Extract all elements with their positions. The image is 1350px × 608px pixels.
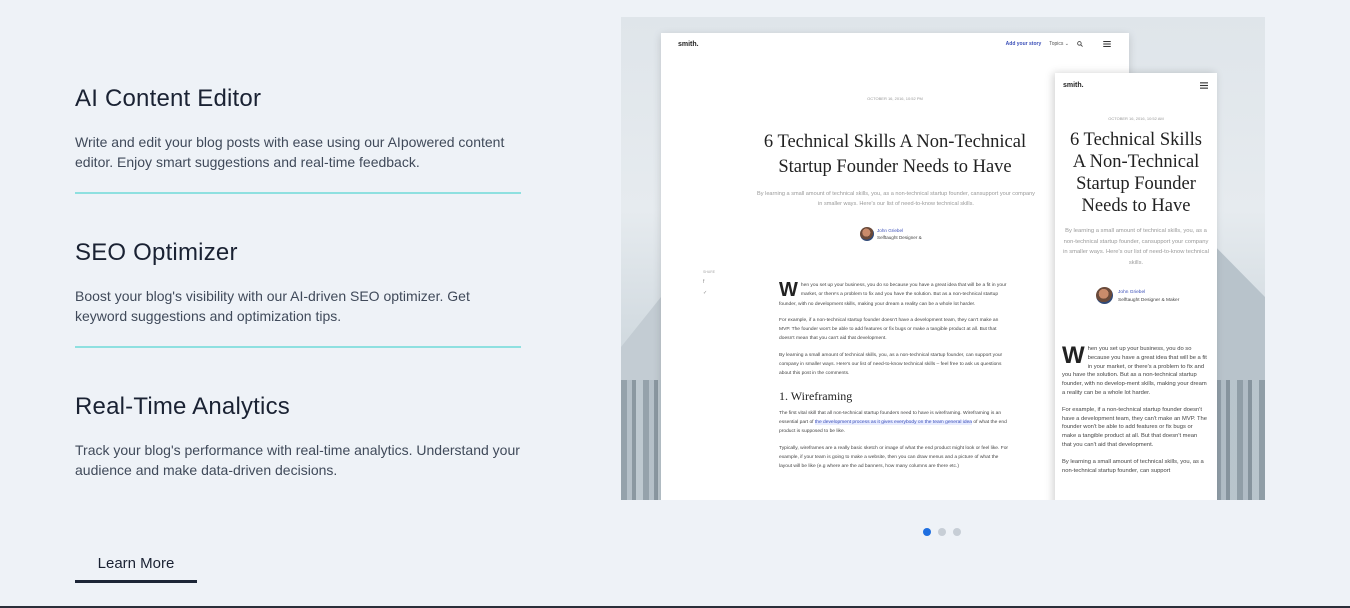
feature-description: Track your blog's performance with real-… <box>75 442 520 478</box>
dropcap: W <box>1062 342 1085 369</box>
feature-divider <box>75 346 521 348</box>
carousel-dot[interactable] <box>938 528 946 536</box>
topics-menu: Topics ⌄ <box>1049 41 1069 47</box>
feature-description: Boost your blog's visibility with our AI… <box>75 288 470 324</box>
feature-title: SEO Optimizer <box>75 239 238 266</box>
article-paragraph: By learning a small amount of technical … <box>1062 458 1204 474</box>
learn-more-button[interactable]: Learn More <box>75 550 197 583</box>
article-body: When you set up your business, you do so… <box>1062 342 1208 483</box>
article-subtitle: By learning a small amount of technical … <box>757 191 1035 207</box>
search-icon <box>1077 41 1083 47</box>
article-paragraph: When you set up your business, you do so… <box>779 279 1007 307</box>
feature-description: Write and edit your blog posts with ease… <box>75 134 505 170</box>
feature-title: Real-Time Analytics <box>75 393 290 420</box>
article-title: 6 Technical Skills A Non-Technical Start… <box>763 132 1027 177</box>
article-paragraph: Typically, wireframes are a really basic… <box>779 445 1009 470</box>
article-nav: Add your story Topics ⌄ <box>1006 41 1111 47</box>
menu-icon <box>1103 41 1111 47</box>
article-author: John Griebel Selftaught Designer & <box>877 227 922 241</box>
article-title: 6 Technical Skills A Non-Technical Start… <box>1070 130 1202 216</box>
add-story-link: Add your story <box>1005 41 1042 47</box>
dropcap: W <box>779 279 798 301</box>
mobile-article-preview: smith. OCTOBER 16, 2016, 10:52 AM 6 Tech… <box>1055 73 1217 500</box>
article-link: the development process as it gives ever… <box>814 419 973 425</box>
feature-seo-optimizer: SEO Optimizer Boost your blog's visibili… <box>75 239 521 348</box>
carousel-dot[interactable] <box>953 528 961 536</box>
menu-icon <box>1200 82 1208 89</box>
site-logo: smith. <box>1063 82 1084 89</box>
author-role: Selftaught Designer & Maker <box>1118 298 1180 303</box>
share-bar: SHARE f ✓ <box>703 270 715 296</box>
article-paragraph: The first vital skill that all non-techn… <box>779 410 1007 435</box>
article-date: OCTOBER 16, 2016, 10:52 AM <box>1108 116 1164 121</box>
article-paragraph: For example, if a non-technical startup … <box>779 317 999 342</box>
article-paragraph: For example, if a non-technical startup … <box>1062 406 1207 448</box>
article-topbar: smith. Add your story Topics ⌄ <box>661 33 1129 59</box>
carousel-dot[interactable] <box>923 528 931 536</box>
author-avatar <box>860 227 874 241</box>
feature-ai-content-editor: AI Content Editor Write and edit your bl… <box>75 85 521 194</box>
article-heading: 1. Wireframing <box>779 388 853 403</box>
article-paragraph: By learning a small amount of technical … <box>779 352 1003 377</box>
share-label: SHARE <box>703 270 716 274</box>
twitter-icon: ✓ <box>703 290 708 296</box>
feature-real-time-analytics: Real-Time Analytics Track your blog's pe… <box>75 393 521 480</box>
facebook-icon: f <box>703 279 705 285</box>
product-screenshot: smith. Add your story Topics ⌄ OCTOBER 1… <box>621 17 1265 500</box>
article-paragraph: When you set up your business, you do so… <box>1062 342 1207 396</box>
author-name: John Griebel <box>877 228 904 233</box>
article-subtitle: By learning a small amount of technical … <box>1063 228 1209 266</box>
feature-divider <box>75 192 521 194</box>
feature-title: AI Content Editor <box>75 85 262 112</box>
article-body: When you set up your business, you do so… <box>779 279 1011 478</box>
author-name: John Griebel <box>1118 290 1146 295</box>
article-author: John Griebel Selftaught Designer & Maker <box>1118 289 1179 305</box>
author-avatar <box>1096 287 1113 304</box>
author-role: Selftaught Designer & <box>877 235 922 240</box>
carousel-indicators <box>923 528 961 536</box>
site-logo: smith. <box>678 41 699 48</box>
